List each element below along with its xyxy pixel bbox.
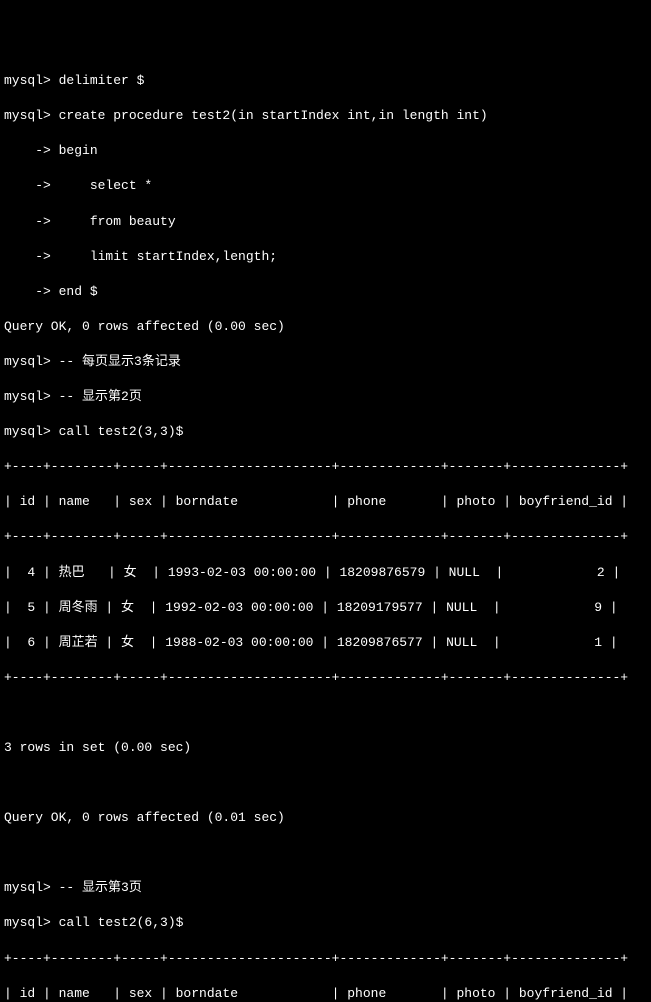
- cmd-line: -> from beauty: [4, 213, 647, 231]
- mysql-prompt: mysql>: [4, 424, 59, 439]
- table-header: | id | name | sex | borndate | phone | p…: [4, 985, 647, 1002]
- cmd-line: -> begin: [4, 142, 647, 160]
- mysql-prompt: mysql>: [4, 108, 59, 123]
- table-header: | id | name | sex | borndate | phone | p…: [4, 493, 647, 511]
- blank-line: [4, 774, 647, 792]
- table-border: +----+--------+-----+-------------------…: [4, 950, 647, 968]
- cmd-line: mysql> delimiter $: [4, 72, 647, 90]
- cont-prompt: ->: [4, 178, 59, 193]
- cmd-line: mysql> create procedure test2(in startIn…: [4, 107, 647, 125]
- mysql-prompt: mysql>: [4, 880, 59, 895]
- cmd-text: select *: [59, 178, 153, 193]
- cmd-text: create procedure test2(in startIndex int…: [59, 108, 488, 123]
- cmd-line: -> end $: [4, 283, 647, 301]
- cmd-line: mysql> -- 显示第3页: [4, 879, 647, 897]
- cmd-line: mysql> call test2(6,3)$: [4, 914, 647, 932]
- table-border: +----+--------+-----+-------------------…: [4, 669, 647, 687]
- mysql-prompt: mysql>: [4, 389, 59, 404]
- cmd-line: -> select *: [4, 177, 647, 195]
- cmd-text: from beauty: [59, 214, 176, 229]
- call-text: call test2(3,3)$: [59, 424, 184, 439]
- table-row: | 5 | 周冬雨 | 女 | 1992-02-03 00:00:00 | 18…: [4, 599, 647, 617]
- cmd-text: delimiter $: [59, 73, 145, 88]
- comment-text: -- 显示第3页: [59, 880, 142, 895]
- cmd-line: mysql> -- 每页显示3条记录: [4, 353, 647, 371]
- cmd-line: mysql> call test2(3,3)$: [4, 423, 647, 441]
- mysql-prompt: mysql>: [4, 354, 59, 369]
- comment-text: -- 显示第2页: [59, 389, 142, 404]
- blank-line: [4, 844, 647, 862]
- blank-line: [4, 704, 647, 722]
- status-line: Query OK, 0 rows affected (0.00 sec): [4, 318, 647, 336]
- cmd-line: mysql> -- 显示第2页: [4, 388, 647, 406]
- cont-prompt: ->: [4, 249, 59, 264]
- cmd-line: -> limit startIndex,length;: [4, 248, 647, 266]
- cmd-text: limit startIndex,length;: [59, 249, 277, 264]
- table-border: +----+--------+-----+-------------------…: [4, 458, 647, 476]
- cont-prompt: ->: [4, 143, 59, 158]
- status-line: Query OK, 0 rows affected (0.01 sec): [4, 809, 647, 827]
- cont-prompt: ->: [4, 284, 59, 299]
- cmd-text: end $: [59, 284, 98, 299]
- rowcount-line: 3 rows in set (0.00 sec): [4, 739, 647, 757]
- table-row: | 4 | 热巴 | 女 | 1993-02-03 00:00:00 | 182…: [4, 564, 647, 582]
- mysql-prompt: mysql>: [4, 73, 59, 88]
- table-border: +----+--------+-----+-------------------…: [4, 528, 647, 546]
- table-row: | 6 | 周芷若 | 女 | 1988-02-03 00:00:00 | 18…: [4, 634, 647, 652]
- cont-prompt: ->: [4, 214, 59, 229]
- mysql-prompt: mysql>: [4, 915, 59, 930]
- call-text: call test2(6,3)$: [59, 915, 184, 930]
- comment-text: -- 每页显示3条记录: [59, 354, 181, 369]
- cmd-text: begin: [59, 143, 98, 158]
